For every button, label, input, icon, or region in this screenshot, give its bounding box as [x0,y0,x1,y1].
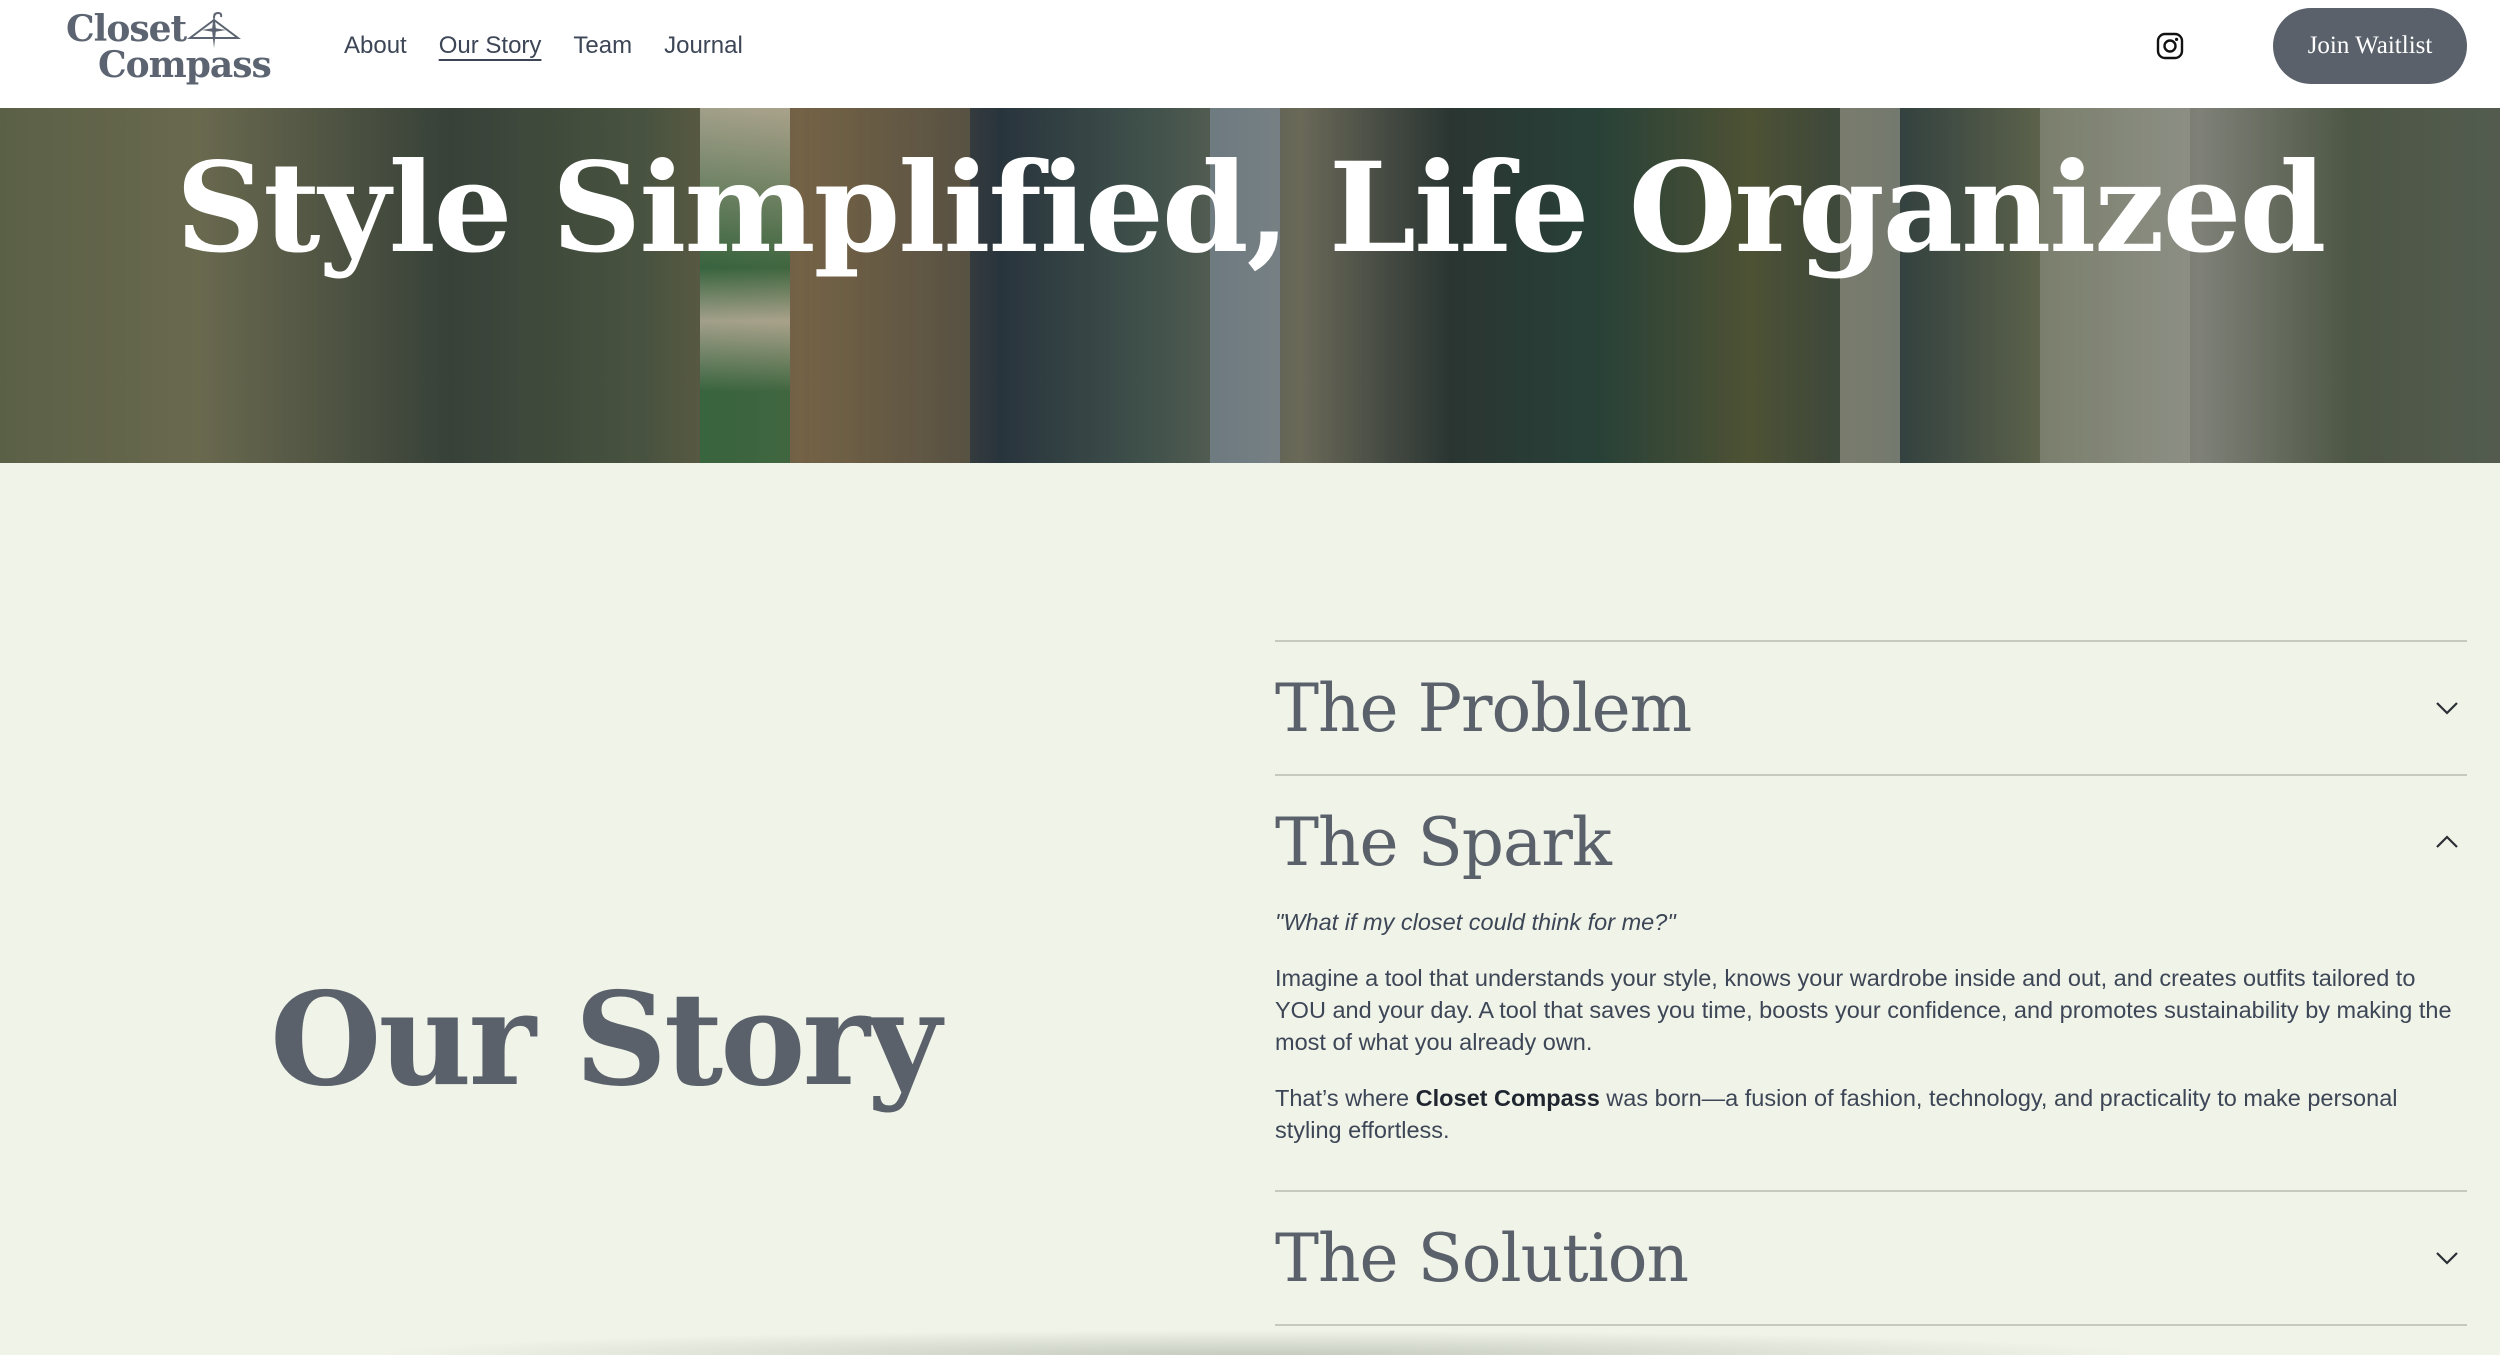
accordion-panel-spark: "What if my closet could think for me?" … [1275,906,2467,1190]
spark-quote: "What if my closet could think for me?" [1275,909,1676,935]
nav-about[interactable]: About [344,30,407,64]
logo-line2: Compass [98,44,272,86]
nav-journal[interactable]: Journal [664,30,743,64]
spark-paragraph: Imagine a tool that understands your sty… [1275,965,2452,1055]
chevron-down-icon[interactable] [2433,694,2461,722]
accordion-header-spark[interactable]: The Spark [1275,776,2467,908]
page-title: Our Story [270,965,941,1115]
accordion-title: The Problem [1275,669,1692,747]
accordion-title: The Solution [1275,1219,1689,1297]
accordion-item-problem: The Problem [1275,640,2467,774]
chevron-up-icon[interactable] [2433,828,2461,856]
accordion-header-problem[interactable]: The Problem [1275,642,2467,774]
accordion-title: The Spark [1275,803,1612,881]
logo[interactable]: Closet Compass [66,8,272,88]
brand-name: Closet Compass [1415,1085,1600,1111]
join-waitlist-button[interactable]: Join Waitlist [2273,8,2467,84]
nav-team[interactable]: Team [573,30,632,64]
spark-paragraph: That’s where Closet Compass was born—a f… [1275,1085,2398,1143]
accordion-header-solution[interactable]: The Solution [1275,1192,2467,1324]
hero-banner: Style Simplified, Life Organized [0,108,2500,463]
divider [1275,1324,2467,1326]
section-shadow [370,1330,2150,1355]
accordion-item-spark: The Spark "What if my closet could think… [1275,774,2467,1190]
main-nav: About Our Story Team Journal [344,30,743,64]
nav-our-story[interactable]: Our Story [439,30,542,64]
site-header: Closet Compass About Our Story Team Jour… [0,0,2500,108]
accordion-item-solution: The Solution [1275,1190,2467,1324]
hero-title: Style Simplified, Life Organized [175,136,2327,281]
story-accordion: The Problem The Spark "What if my closet… [1275,640,2467,1326]
chevron-down-icon[interactable] [2433,1244,2461,1272]
instagram-icon[interactable] [2156,32,2184,60]
